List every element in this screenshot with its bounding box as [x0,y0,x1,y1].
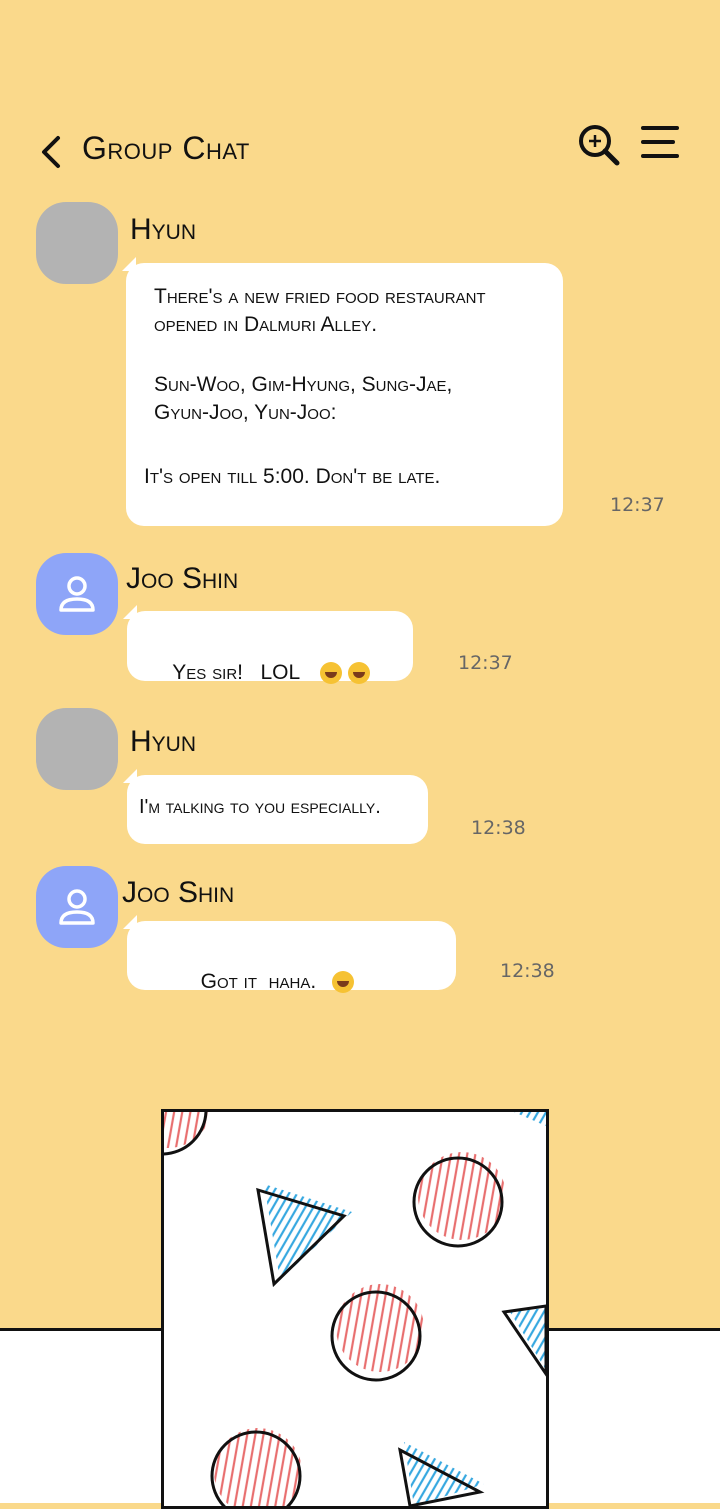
user-icon [59,576,95,612]
message-bubble[interactable]: I'm talking to you especially. [123,769,428,844]
message-text: Got it haha. [200,970,317,993]
sender-name: Joo Shin [126,562,239,595]
laughing-emoji-icon [320,662,343,685]
message-time: 12:37 [458,652,513,674]
sender-name: Hyun [130,725,197,758]
message-bubble[interactable]: There's a new fried food restaurant open… [122,257,563,526]
message-text: I'm talking to you especially. [139,796,381,818]
menu-button[interactable] [640,124,680,160]
message-text: Yes sir! LOL [172,661,301,684]
message-line: Gyun-Joo, Yun-Joo: [154,401,337,424]
hamburger-menu-icon [641,126,679,158]
message-time: 12:37 [610,494,665,516]
laughing-emoji-icon [348,662,371,685]
message-line: opened in Dalmuri Alley. [154,313,378,336]
back-button[interactable] [36,134,68,170]
memphis-pattern-illustration [164,1112,546,1506]
message-bubble[interactable]: Got it haha. [123,915,456,994]
user-icon [59,889,95,925]
message-bubble[interactable]: Yes sir! LOL [123,605,413,685]
avatar[interactable] [36,553,118,635]
message-line: It's open till 5:00. Don't be late. [144,465,441,488]
chevron-left-icon [42,136,60,168]
sender-name: Joo Shin [122,876,235,909]
search-button[interactable] [576,122,622,168]
avatar[interactable] [36,866,118,948]
page-title: Group Chat [82,130,250,166]
grinning-emoji-icon [332,971,355,994]
message-time: 12:38 [500,960,555,982]
zoom-in-icon [579,125,620,166]
avatar[interactable] [36,202,118,284]
pattern-card [161,1109,549,1509]
message-time: 12:38 [471,817,526,839]
sender-name: Hyun [130,213,197,246]
message-line: There's a new fried food restaurant [154,285,486,308]
avatar[interactable] [36,708,118,790]
message-line: Sun-Woo, Gim-Hyung, Sung-Jae, [154,373,453,396]
